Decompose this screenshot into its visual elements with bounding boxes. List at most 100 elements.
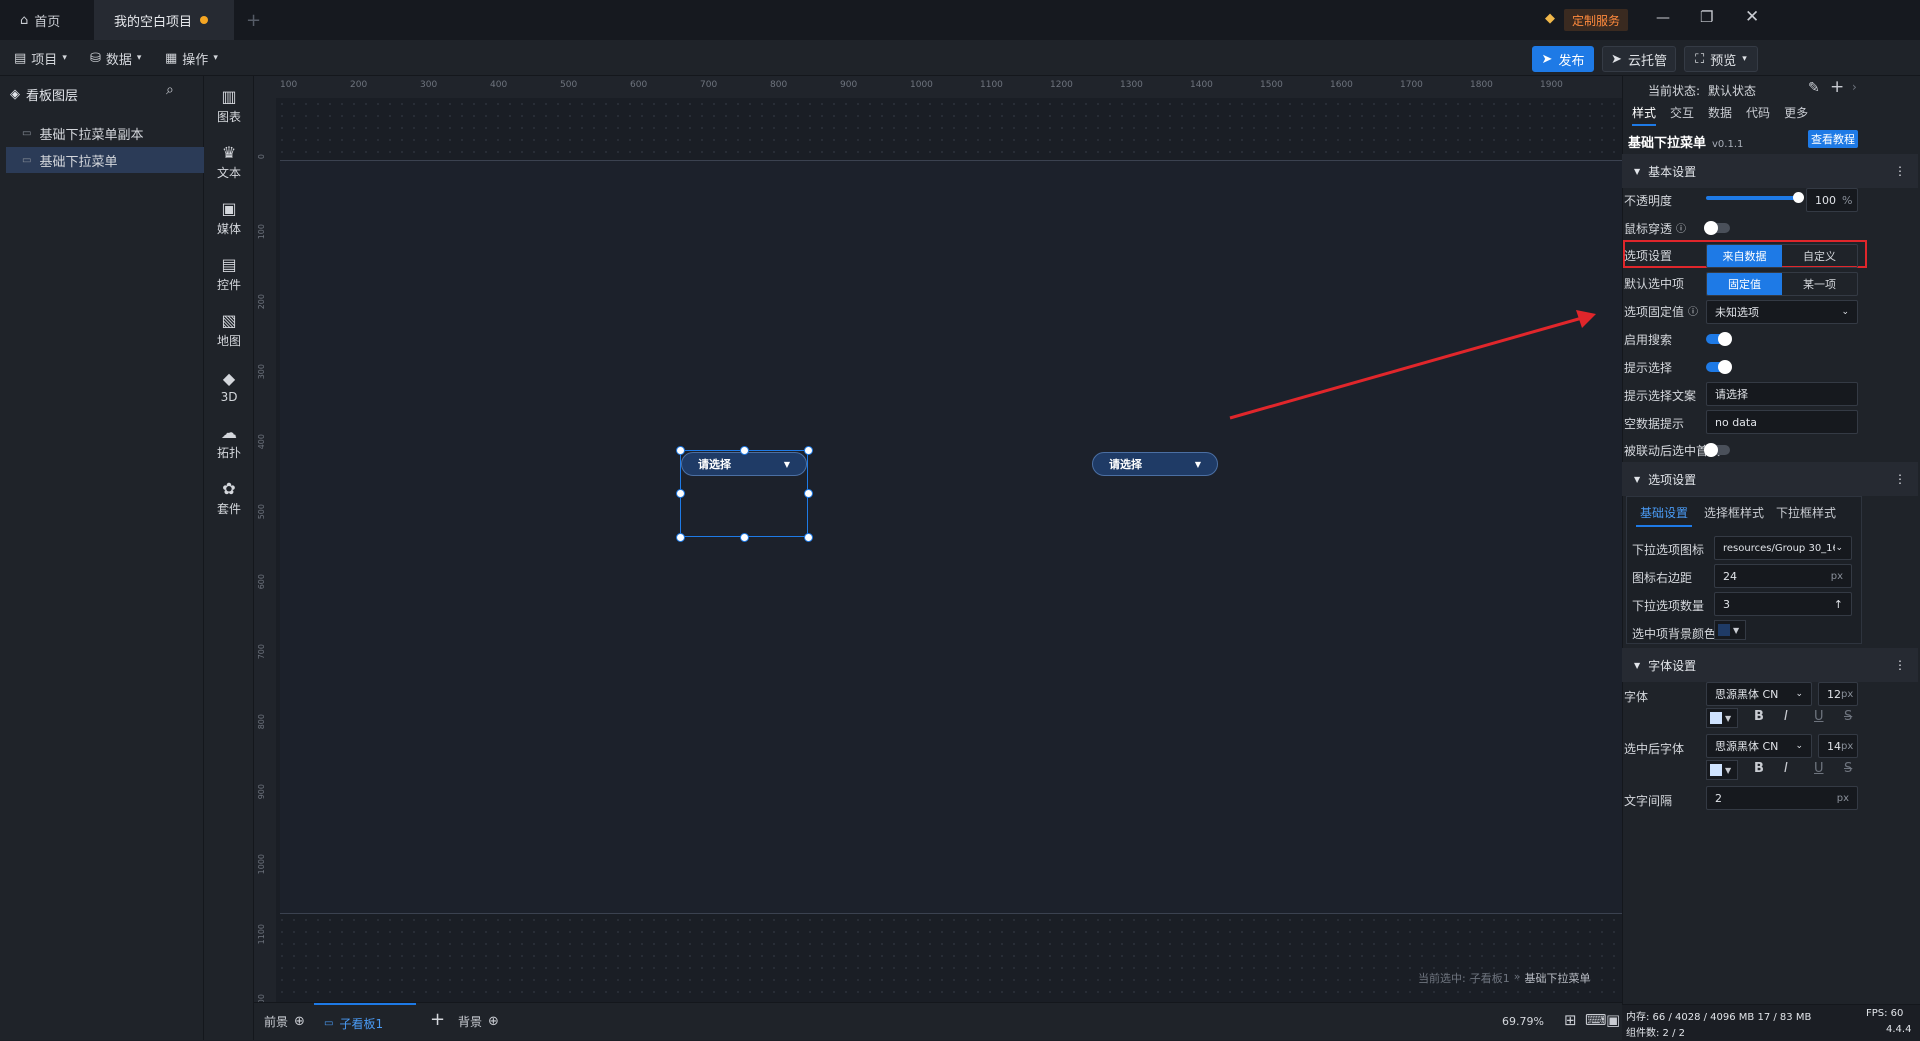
opacity-slider[interactable] xyxy=(1706,196,1798,200)
terminal-icon[interactable]: ▣ xyxy=(1606,1011,1620,1029)
bold-icon[interactable]: B xyxy=(1754,761,1764,776)
menu-project[interactable]: ▤ 项目 ▾ xyxy=(14,40,67,76)
icon-margin-input[interactable]: 24 px xyxy=(1714,564,1852,588)
restore-icon[interactable]: ❐ xyxy=(1700,8,1713,26)
fixed-value-select[interactable]: 未知选项 ⌄ xyxy=(1706,300,1858,324)
more-icon[interactable]: ⋮ xyxy=(1894,164,1906,178)
subtab-basic[interactable]: 基础设置 xyxy=(1636,504,1693,527)
resize-handle[interactable] xyxy=(804,533,813,542)
font-color-picker[interactable]: ▼ xyxy=(1706,708,1738,728)
menu-data[interactable]: ⛁ 数据 ▾ xyxy=(90,40,141,76)
option-source-from-data[interactable]: 来自数据 xyxy=(1707,245,1782,267)
dropdown-component[interactable]: 请选择 ▼ xyxy=(1092,452,1218,476)
bold-icon[interactable]: B xyxy=(1754,709,1764,724)
tab-home[interactable]: ⌂ 首页 xyxy=(0,0,94,40)
subtab-dropdown-style[interactable]: 下拉框样式 xyxy=(1776,504,1836,527)
strikethrough-icon[interactable]: S xyxy=(1844,709,1852,724)
component-topology[interactable]: ☁ 拓扑 xyxy=(204,414,254,470)
dropdown-component-selected[interactable]: 请选择 ▼ xyxy=(681,452,807,476)
menu-ops[interactable]: ▦ 操作 ▾ xyxy=(165,40,218,76)
component-text[interactable]: ♛ 文本 xyxy=(204,134,254,190)
opacity-input[interactable]: 100 % xyxy=(1806,188,1858,212)
resize-handle[interactable] xyxy=(740,446,749,455)
strikethrough-icon[interactable]: S xyxy=(1844,761,1852,776)
option-icon-select[interactable]: resources/Group 30_1698... ⌄ xyxy=(1714,536,1852,560)
component-3d[interactable]: ◆ 3D xyxy=(204,358,254,414)
component-chart[interactable]: ▥ 图表 xyxy=(204,78,254,134)
resize-handle[interactable] xyxy=(740,533,749,542)
resize-handle[interactable] xyxy=(676,446,685,455)
section-font[interactable]: ▼ 字体设置 ⋮ xyxy=(1622,648,1918,682)
add-state-icon[interactable]: + xyxy=(1830,77,1844,97)
tutorial-button[interactable]: 查看教程 xyxy=(1808,130,1858,148)
hint-select-toggle[interactable] xyxy=(1706,360,1732,374)
selected-bg-color-picker[interactable]: ▼ xyxy=(1714,620,1746,640)
font-size-input[interactable]: 12 px xyxy=(1818,682,1858,706)
preview-button[interactable]: ⛶ 预览 ▾ xyxy=(1684,46,1758,72)
publish-button[interactable]: ➤ 发布 xyxy=(1532,46,1594,72)
section-basic[interactable]: ▼ 基本设置 ⋮ xyxy=(1622,154,1918,188)
letter-spacing-input[interactable]: 2 px xyxy=(1706,786,1858,810)
add-circle-icon[interactable]: ⊕ xyxy=(488,1014,499,1029)
italic-icon[interactable]: I xyxy=(1784,709,1788,724)
option-count-input[interactable]: 3 ↑ xyxy=(1714,592,1852,616)
add-circle-icon[interactable]: ⊕ xyxy=(294,1014,305,1029)
chevron-right-icon[interactable]: › xyxy=(1852,80,1857,94)
add-board-button[interactable]: + xyxy=(430,1009,445,1030)
resize-handle[interactable] xyxy=(804,489,813,498)
keyboard-icon[interactable]: ⌨ xyxy=(1585,1011,1607,1029)
resize-handle[interactable] xyxy=(676,533,685,542)
component-map[interactable]: ▧ 地图 xyxy=(204,302,254,358)
component-control[interactable]: ▤ 控件 xyxy=(204,246,254,302)
tab-more[interactable]: 更多 xyxy=(1784,104,1808,126)
font-family-select[interactable]: 思源黑体 CN ⌄ xyxy=(1706,682,1812,706)
tab-style[interactable]: 样式 xyxy=(1632,104,1657,126)
custom-service-badge[interactable]: 定制服务 xyxy=(1564,9,1629,31)
foreground-tab[interactable]: 前景 ⊕ xyxy=(264,1013,305,1030)
layer-item[interactable]: ▭ 基础下拉菜单副本 xyxy=(6,120,204,146)
more-icon[interactable]: ⋮ xyxy=(1894,472,1906,486)
help-icon[interactable]: ⓘ xyxy=(1676,220,1686,237)
enable-search-toggle[interactable] xyxy=(1706,332,1732,346)
new-tab-button[interactable]: + xyxy=(246,10,261,31)
cloud-hosting-button[interactable]: ➤ 云托管 xyxy=(1602,46,1676,72)
italic-icon[interactable]: I xyxy=(1784,761,1788,776)
edit-icon[interactable]: ✎ xyxy=(1808,80,1820,96)
component-kit[interactable]: ✿ 套件 xyxy=(204,470,254,526)
more-icon[interactable]: ⋮ xyxy=(1894,658,1906,672)
tab-interaction[interactable]: 交互 xyxy=(1670,104,1694,126)
default-fixed-value[interactable]: 固定值 xyxy=(1707,273,1782,295)
mouse-passthrough-toggle[interactable] xyxy=(1704,221,1730,235)
subtab-select-style[interactable]: 选择框样式 xyxy=(1704,504,1764,527)
hint-text-input[interactable]: 请选择 xyxy=(1706,382,1858,406)
option-source-custom[interactable]: 自定义 xyxy=(1782,245,1857,267)
default-selected-toggle[interactable]: 固定值 某一项 xyxy=(1706,272,1858,296)
zoom-level[interactable]: 69.79% xyxy=(1502,1015,1544,1028)
opacity-slider-thumb[interactable] xyxy=(1793,192,1804,203)
tab-data[interactable]: 数据 xyxy=(1708,104,1732,126)
selected-font-size-input[interactable]: 14 px xyxy=(1818,734,1858,758)
layer-item-selected[interactable]: ▭ 基础下拉菜单 xyxy=(6,147,204,173)
linked-first-toggle[interactable] xyxy=(1704,443,1730,457)
resize-handle[interactable] xyxy=(804,446,813,455)
board-tab[interactable]: ▭ 子看板1 xyxy=(314,1003,416,1041)
resize-handle[interactable] xyxy=(676,489,685,498)
tab-code[interactable]: 代码 xyxy=(1746,104,1770,126)
underline-icon[interactable]: U xyxy=(1814,709,1824,724)
help-icon[interactable]: ⓘ xyxy=(1688,303,1698,320)
search-icon[interactable]: ⌕ xyxy=(166,82,174,98)
section-options[interactable]: ▼ 选项设置 ⋮ xyxy=(1622,462,1918,496)
background-tab[interactable]: 背景 ⊕ xyxy=(458,1013,499,1030)
tab-project[interactable]: 我的空白项目 xyxy=(94,0,234,40)
board-area[interactable] xyxy=(280,160,1622,914)
empty-hint-input[interactable]: no data xyxy=(1706,410,1858,434)
component-media[interactable]: ▣ 媒体 xyxy=(204,190,254,246)
arrow-up-icon[interactable]: ↑ xyxy=(1834,598,1843,611)
fit-screen-icon[interactable]: ⊞ xyxy=(1564,1011,1577,1029)
minimize-icon[interactable]: — xyxy=(1656,10,1670,26)
selected-font-color-picker[interactable]: ▼ xyxy=(1706,760,1738,780)
default-some-item[interactable]: 某一项 xyxy=(1782,273,1857,295)
underline-icon[interactable]: U xyxy=(1814,761,1824,776)
selected-font-select[interactable]: 思源黑体 CN ⌄ xyxy=(1706,734,1812,758)
close-icon[interactable]: ✕ xyxy=(1745,7,1759,27)
